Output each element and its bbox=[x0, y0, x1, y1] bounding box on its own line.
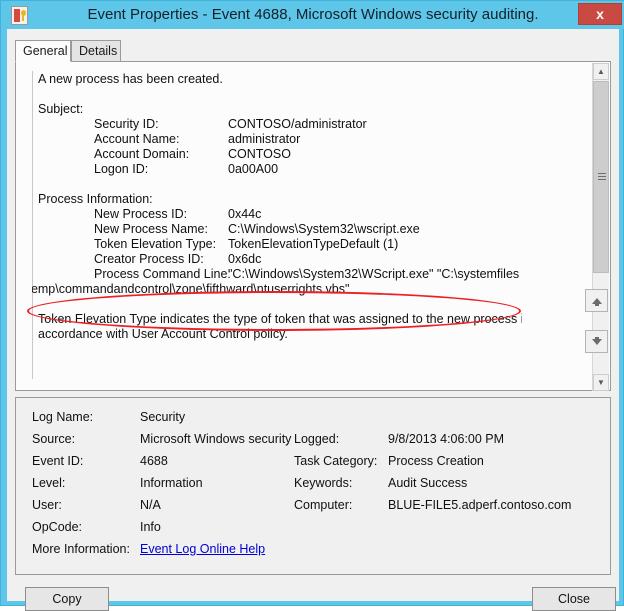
scroll-up-icon[interactable]: ▲ bbox=[593, 63, 609, 80]
meta-value-computer: BLUE-FILE5.adperf.contoso.com bbox=[388, 498, 572, 512]
field-label-security-id: Security ID: bbox=[94, 117, 159, 131]
event-description-panel[interactable]: A new process has been created. Subject:… bbox=[15, 61, 611, 391]
field-label-creator-process-id: Creator Process ID: bbox=[94, 252, 204, 266]
field-label-token-elevation-type: Token Elevation Type: bbox=[94, 237, 217, 251]
window-close-button[interactable]: x bbox=[578, 3, 622, 25]
meta-label-log-name: Log Name: bbox=[32, 410, 94, 424]
meta-label-source: Source: bbox=[32, 432, 76, 446]
event-properties-window: Event Properties - Event 4688, Microsoft… bbox=[0, 0, 624, 611]
field-value-logon-id: 0a00A00 bbox=[228, 162, 279, 176]
event-log-online-help-link[interactable]: Event Log Online Help bbox=[140, 542, 265, 556]
field-value-account-domain: CONTOSO bbox=[228, 147, 291, 161]
scrollbar-grip-icon bbox=[598, 173, 606, 181]
meta-value-log-name: Security bbox=[140, 410, 186, 424]
tab-strip: General Details bbox=[15, 40, 611, 62]
meta-label-opcode: OpCode: bbox=[32, 520, 83, 534]
event-metadata-panel: Log Name: Security Source: Microsoft Win… bbox=[15, 397, 611, 575]
field-value-security-id: CONTOSO/administrator bbox=[228, 117, 367, 131]
previous-event-button[interactable] bbox=[585, 289, 608, 312]
meta-value-logged: 9/8/2013 4:06:00 PM bbox=[388, 432, 505, 446]
copy-button[interactable]: Copy bbox=[25, 587, 109, 611]
section-heading-process-information: Process Information: bbox=[38, 192, 153, 206]
meta-label-keywords: Keywords: bbox=[294, 476, 353, 490]
meta-value-event-id: 4688 bbox=[140, 454, 168, 468]
field-label-new-process-id: New Process ID: bbox=[94, 207, 188, 221]
field-value-new-process-id: 0x44c bbox=[228, 207, 262, 221]
description-headline: A new process has been created. bbox=[38, 72, 223, 86]
meta-value-user: N/A bbox=[140, 498, 161, 512]
title-bar: Event Properties - Event 4688, Microsoft… bbox=[1, 1, 624, 29]
field-value-process-command-line-wrap: \temp\commandandcontrol\zone\fifthward\n… bbox=[32, 282, 350, 296]
meta-value-keywords: Audit Success bbox=[388, 476, 468, 490]
meta-value-source: Microsoft Windows security bbox=[140, 432, 292, 446]
field-value-creator-process-id: 0x6dc bbox=[228, 252, 262, 266]
field-label-account-name: Account Name: bbox=[94, 132, 180, 146]
meta-label-user: User: bbox=[32, 498, 62, 512]
meta-label-computer: Computer: bbox=[294, 498, 353, 512]
field-value-account-name: administrator bbox=[228, 132, 301, 146]
meta-label-event-id: Event ID: bbox=[32, 454, 84, 468]
tab-general[interactable]: General bbox=[15, 40, 71, 62]
footnote-line-2: accordance with User Account Control pol… bbox=[38, 327, 288, 341]
footnote-line-1: Token Elevation Type indicates the type … bbox=[38, 312, 522, 326]
field-label-logon-id: Logon ID: bbox=[94, 162, 149, 176]
field-value-new-process-name: C:\Windows\System32\wscript.exe bbox=[228, 222, 420, 236]
field-label-account-domain: Account Domain: bbox=[94, 147, 190, 161]
scrollbar-thumb[interactable] bbox=[593, 81, 609, 273]
next-event-button[interactable] bbox=[585, 330, 608, 353]
meta-value-level: Information bbox=[140, 476, 203, 490]
tab-details[interactable]: Details bbox=[71, 40, 121, 62]
field-label-new-process-name: New Process Name: bbox=[94, 222, 208, 236]
field-label-process-command-line: Process Command Line: bbox=[94, 267, 231, 281]
scroll-down-icon[interactable]: ▼ bbox=[593, 374, 609, 391]
meta-label-level: Level: bbox=[32, 476, 66, 490]
close-button[interactable]: Close bbox=[532, 587, 616, 611]
meta-value-opcode: Info bbox=[140, 520, 161, 534]
meta-value-task-category: Process Creation bbox=[388, 454, 484, 468]
section-heading-subject: Subject: bbox=[38, 102, 84, 116]
event-description-text: A new process has been created. Subject:… bbox=[32, 72, 522, 380]
window-title: Event Properties - Event 4688, Microsoft… bbox=[87, 6, 539, 23]
field-value-process-command-line: "C:\Windows\System32\WScript.exe" "C:\sy… bbox=[228, 267, 520, 281]
close-icon: x bbox=[596, 6, 604, 22]
meta-label-more-information: More Information: bbox=[32, 542, 130, 556]
meta-label-task-category: Task Category: bbox=[294, 454, 378, 468]
field-value-token-elevation-type: TokenElevationTypeDefault (1) bbox=[228, 237, 399, 251]
dialog-body: General Details A new process has been c… bbox=[7, 29, 619, 611]
meta-label-logged: Logged: bbox=[294, 432, 340, 446]
